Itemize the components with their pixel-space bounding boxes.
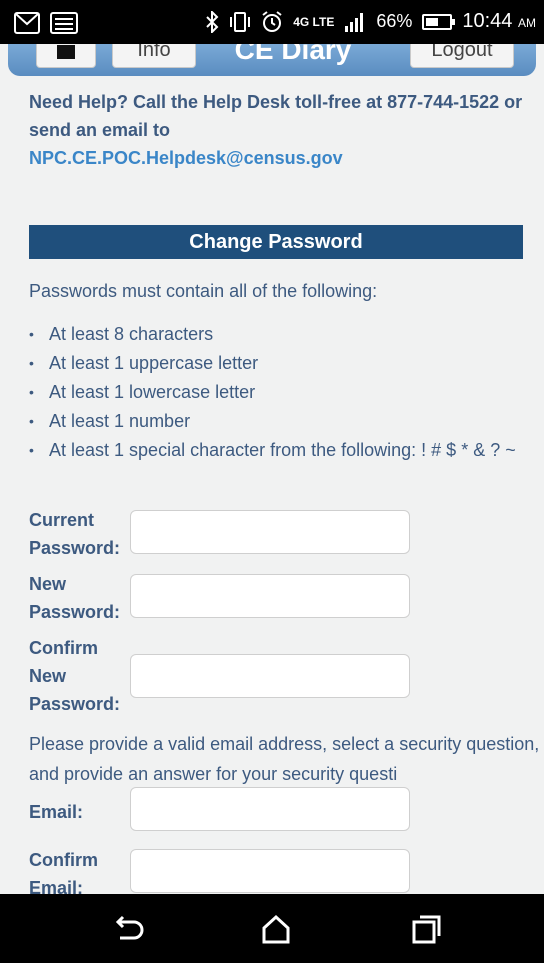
- confirm-password-label-line2: New: [29, 666, 67, 686]
- confirm-email-label: Confirm Email:: [29, 846, 98, 894]
- network-type: 4G LTE: [293, 14, 335, 29]
- confirm-password-label-line1: Confirm: [29, 638, 98, 658]
- signal-icon: [345, 12, 364, 32]
- rule-item: At least 8 characters: [29, 320, 529, 349]
- mail-icon: [14, 12, 40, 34]
- keyboard-icon: [50, 12, 78, 34]
- logout-button[interactable]: Logout: [410, 44, 514, 68]
- confirm-email-input[interactable]: [130, 849, 410, 893]
- status-left: [14, 12, 78, 34]
- app-header: Info CE Diary Logout: [8, 44, 536, 76]
- email-intro-text: Please provide a valid email address, se…: [29, 729, 544, 789]
- clock: 10:44 AM: [462, 10, 536, 33]
- new-password-input[interactable]: [130, 574, 410, 618]
- confirm-email-label-line1: Confirm: [29, 850, 98, 870]
- help-message: Need Help? Call the Help Desk toll-free …: [29, 92, 523, 140]
- rule-item: At least 1 uppercase letter: [29, 349, 529, 378]
- email-input[interactable]: [130, 787, 410, 831]
- back-icon[interactable]: [108, 912, 148, 946]
- current-password-label: Current Password:: [29, 506, 120, 562]
- email-intro-line: Please provide a valid email address, se…: [29, 734, 540, 784]
- alarm-icon: [262, 10, 282, 32]
- current-password-input[interactable]: [130, 510, 410, 554]
- new-password-label-line1: New: [29, 574, 67, 594]
- app-title: CE Diary: [234, 44, 352, 65]
- confirm-password-input[interactable]: [130, 654, 410, 698]
- home-button[interactable]: [36, 44, 96, 68]
- page-content: Need Help? Call the Help Desk toll-free …: [0, 76, 544, 894]
- current-password-label-line2: Password:: [29, 538, 121, 558]
- new-password-label: New Password:: [29, 570, 120, 626]
- confirm-password-label-line3: Password:: [29, 694, 121, 714]
- help-text: Need Help? Call the Help Desk toll-free …: [29, 88, 529, 172]
- info-button[interactable]: Info: [112, 44, 196, 68]
- battery-icon: [422, 13, 456, 30]
- rule-item: At least 1 number: [29, 407, 529, 436]
- rule-item: At least 1 special character from the fo…: [29, 436, 519, 465]
- password-rules-list: At least 8 characters At least 1 upperca…: [29, 320, 529, 465]
- vibrate-icon: [230, 11, 251, 32]
- new-password-label-line2: Password:: [29, 602, 121, 622]
- battery-percent: 66%: [376, 11, 413, 31]
- home-icon: [57, 45, 75, 59]
- recent-apps-icon[interactable]: [406, 912, 446, 946]
- bluetooth-icon: [206, 10, 219, 33]
- email-label: Email:: [29, 802, 84, 822]
- android-nav-bar: [0, 894, 544, 963]
- confirm-email-label-line2: Email:: [29, 878, 84, 894]
- confirm-password-label: Confirm New Password:: [29, 634, 120, 718]
- rule-item: At least 1 lowercase letter: [29, 378, 529, 407]
- current-password-label-line1: Current: [29, 510, 95, 530]
- change-password-header: Change Password: [29, 225, 523, 259]
- password-rules-intro: Passwords must contain all of the follow…: [29, 281, 378, 301]
- clock-ampm: AM: [518, 16, 536, 30]
- status-right: 4G LTE 66% 10:44 AM: [205, 10, 536, 33]
- status-bar: 4G LTE 66% 10:44 AM: [0, 0, 544, 44]
- home-nav-icon[interactable]: [256, 912, 296, 946]
- help-email-link[interactable]: NPC.CE.POC.Helpdesk@census.gov: [29, 148, 343, 168]
- clock-time: 10:44: [462, 10, 513, 32]
